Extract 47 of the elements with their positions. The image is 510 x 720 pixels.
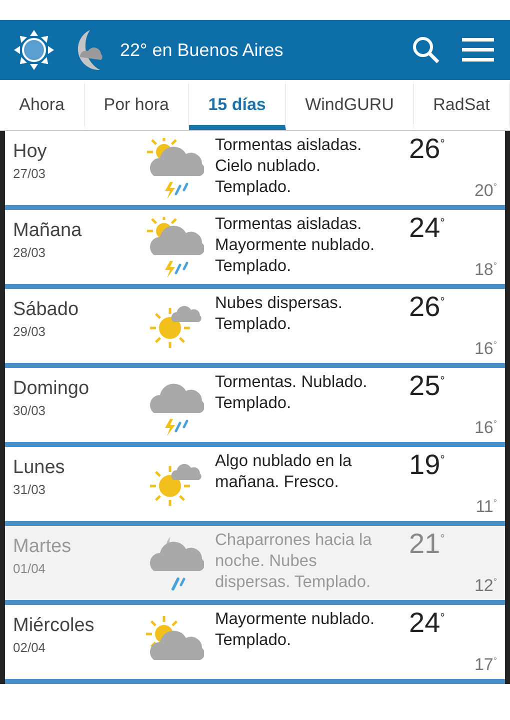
header-title: 22° en Buenos Aires [120, 40, 284, 60]
low-temperature: 12$^{°}$ [474, 576, 497, 596]
day-name: Martes [13, 536, 72, 558]
day-name: Domingo [13, 378, 90, 400]
forecast-row[interactable]: Mañana 28/03 Tormentas aisladas. Mayormente nublado. Templado. 24$^{°}$ 18$^{°}$ [5, 210, 505, 289]
forecast-description: Algo nublado en la mañana. Fresco. [215, 451, 353, 493]
sun-icon [12, 28, 56, 72]
low-temperature: 11$^{°}$ [476, 497, 497, 517]
low-temperature: 17$^{°}$ [474, 655, 497, 675]
forecast-row[interactable]: Lunes 31/03 Algo nublado en la mañana. Fresco. 19$^{°}$ 11$^{°}$ [5, 447, 505, 526]
forecast-row[interactable]: Miércoles 02/04 Mayormente nublado. Templado. 24$^{°}$ 17$^{°}$ [5, 605, 505, 684]
day-date: 29/03 [13, 324, 47, 339]
high-temperature: 24$^{°}$ [409, 607, 445, 639]
day-name: Hoy [13, 141, 48, 163]
day-name: Miércoles [13, 615, 96, 637]
forecast-description: Mayormente nublado. Templado. [215, 609, 376, 651]
high-temperature: 25$^{°}$ [409, 370, 445, 402]
day-date: 27/03 [13, 166, 47, 181]
sun-cloud-storm-icon [144, 138, 204, 200]
forecast-row[interactable]: Hoy 27/03 Tormentas aisladas. Cielo nublado. Templado. 26$^{°}$ 20$^{°}$ [5, 131, 505, 210]
forecast-row[interactable]: Domingo 30/03 Tormentas. Nublado. Templado. 25$^{°}$ 16$^{°}$ [5, 368, 505, 447]
day-date: 02/04 [13, 640, 47, 655]
low-temperature: 18$^{°}$ [474, 260, 497, 280]
day-date: 01/04 [13, 561, 47, 576]
day-name: Sábado [13, 299, 80, 321]
forecast-description: Chaparrones hacia la noche. Nubes dispersas. Templado. [215, 530, 373, 593]
forecast-description: Nubes dispersas. Templado. [215, 293, 344, 335]
forecast-description: Tormentas aisladas. Cielo nublado. Templado. [215, 135, 363, 198]
sun-cloud-storm-icon [144, 217, 204, 279]
day-name: Mañana [13, 220, 83, 242]
low-temperature: 20$^{°}$ [474, 181, 497, 201]
forecast-description: Tormentas. Nublado. Templado. [215, 372, 368, 414]
day-date: 31/03 [13, 482, 47, 497]
high-temperature: 19$^{°}$ [409, 449, 445, 481]
high-temperature: 21$^{°}$ [409, 528, 445, 560]
low-temperature: 16$^{°}$ [474, 339, 497, 359]
high-temperature: 26$^{°}$ [409, 291, 445, 323]
forecast-description: Tormentas aisladas. Mayormente nublado. Templado. [215, 214, 376, 277]
day-date: 28/03 [13, 245, 47, 260]
high-temperature: 26$^{°}$ [409, 133, 445, 165]
low-temperature: 16$^{°}$ [474, 418, 497, 438]
forecast-row[interactable]: Sábado 29/03 Nubes dispersas. Templado. 26$^{°}$ 16$^{°}$ [5, 289, 505, 368]
high-temperature: 24$^{°}$ [409, 212, 445, 244]
day-name: Lunes [13, 457, 66, 479]
tab[interactable]: 15 días [189, 80, 286, 130]
forecast-row[interactable]: Martes 01/04 Chaparrones hacia la noche. Nubes dispersas. Templado. 21$^{°}$ 12$^{°}$ [5, 526, 505, 605]
day-date: 30/03 [13, 403, 47, 418]
